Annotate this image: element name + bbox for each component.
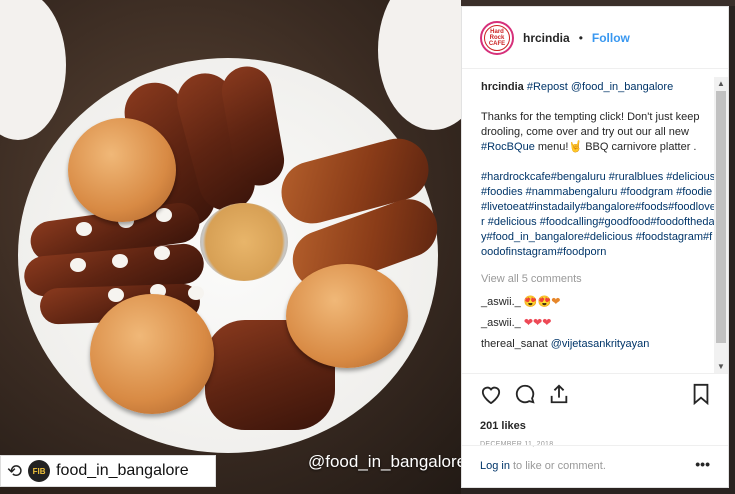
comment-text: 😍😍❤ — [523, 296, 561, 308]
mayo-dollop — [70, 258, 86, 272]
comment-text[interactable]: @vijetasankrityayan — [551, 338, 650, 350]
caption-repost-tag[interactable]: #Repost @food_in_bangalore — [527, 81, 673, 93]
mayo-dollop — [154, 246, 170, 260]
profile-avatar[interactable]: Hard Rock CAFE — [480, 20, 514, 55]
comment-username[interactable]: thereal_sanat — [481, 338, 548, 350]
post-side-panel: Hard Rock CAFE hrcindia • Follow hrcindi… — [461, 6, 729, 488]
repost-avatar: FIB — [28, 460, 51, 482]
repost-username: food_in_bangalore — [56, 462, 189, 479]
comment-row: thereal_sanat @vijetasankrityayan — [481, 337, 716, 352]
comment-text: ❤❤❤ — [523, 317, 552, 329]
header-separator: • — [578, 30, 583, 45]
comment-row: _aswii._ ❤❤❤ — [481, 316, 716, 331]
comments-scrollbar[interactable]: ▲ ▼ — [714, 77, 728, 373]
profile-username[interactable]: hrcindia — [523, 31, 570, 45]
mayo-dollop — [108, 288, 124, 302]
comments-scroll-area[interactable]: hrcindia #Repost @food_in_bangalore Than… — [462, 70, 716, 370]
like-heart-icon[interactable] — [480, 384, 502, 409]
comment-username[interactable]: _aswii._ — [481, 296, 521, 308]
dip-bowl — [200, 203, 288, 281]
login-bar: Log in to like or comment. ••• — [462, 445, 728, 486]
post-photo[interactable]: @food_in_bangalore ⟲ FIB food_in_bangalo… — [0, 0, 461, 494]
slider-bun — [68, 118, 176, 222]
side-plate-right — [378, 0, 461, 130]
hard-rock-logo-icon: Hard Rock CAFE — [484, 24, 510, 51]
caption-username[interactable]: hrcindia — [481, 81, 524, 93]
login-link[interactable]: Log in — [480, 460, 510, 472]
likes-count[interactable]: 201 likes — [480, 420, 710, 432]
slider-bun — [90, 294, 214, 414]
view-all-comments-link[interactable]: View all 5 comments — [481, 272, 716, 287]
mayo-dollop — [112, 254, 128, 268]
follow-button[interactable]: Follow — [592, 31, 630, 45]
mayo-dollop — [188, 286, 204, 300]
mayo-dollop — [156, 208, 172, 222]
scrollbar-thumb[interactable] — [716, 91, 726, 343]
caption-hashtag-menu[interactable]: #RocBQue — [481, 141, 535, 153]
share-icon[interactable] — [548, 383, 570, 410]
comment-row: _aswii._ 😍😍❤ — [481, 295, 716, 310]
scroll-down-arrow-icon[interactable]: ▼ — [717, 362, 725, 371]
repost-icon: ⟲ — [7, 460, 23, 481]
repost-badge[interactable]: ⟲ FIB food_in_bangalore — [0, 455, 216, 487]
caption-hashtags[interactable]: #hardrockcafe#bengaluru #ruralblues #del… — [481, 170, 716, 260]
caption-body-2: menu!🤘 BBQ carnivore platter . — [537, 141, 697, 153]
photo-watermark: @food_in_bangalore — [308, 452, 461, 471]
caption-body: Thanks for the tempting click! Don't jus… — [481, 111, 700, 138]
side-plate-left — [0, 0, 66, 140]
more-options-icon[interactable]: ••• — [695, 457, 710, 472]
mayo-dollop — [76, 222, 92, 236]
bookmark-icon[interactable] — [692, 383, 710, 410]
post-actions: 201 likes DECEMBER 11, 2018 — [462, 373, 728, 448]
post-header: Hard Rock CAFE hrcindia • Follow — [462, 7, 728, 69]
comment-username[interactable]: _aswii._ — [481, 317, 521, 329]
scroll-up-arrow-icon[interactable]: ▲ — [717, 79, 725, 88]
comment-bubble-icon[interactable] — [514, 383, 536, 410]
login-prompt: to like or comment. — [512, 460, 606, 472]
slider-bun — [286, 264, 408, 368]
post-caption: hrcindia #Repost @food_in_bangalore Than… — [481, 80, 716, 260]
